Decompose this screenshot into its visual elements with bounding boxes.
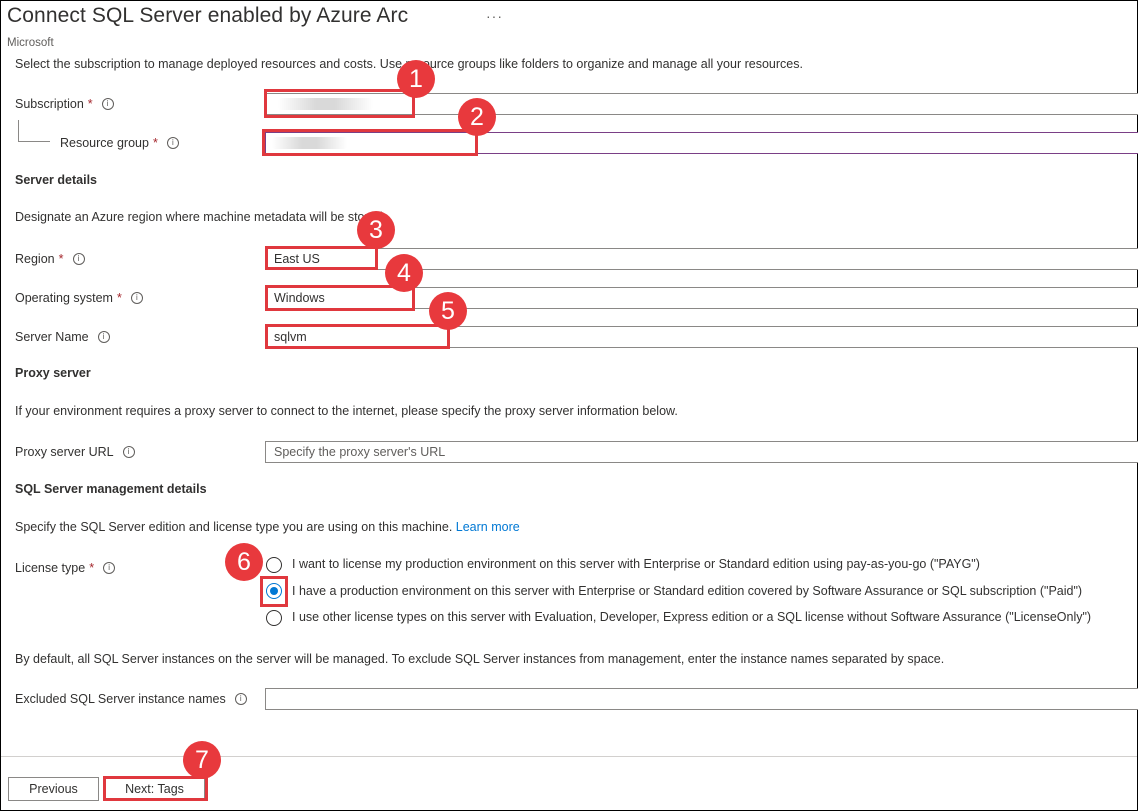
highlight-box xyxy=(262,129,478,156)
callout-badge: 1 xyxy=(397,60,435,98)
license-only-radio[interactable] xyxy=(266,610,282,626)
info-icon[interactable]: i xyxy=(72,253,85,265)
sql-management-description: Specify the SQL Server edition and licen… xyxy=(15,520,520,534)
info-icon[interactable]: i xyxy=(122,446,135,458)
license-payg-label[interactable]: I want to license my production environm… xyxy=(292,557,980,571)
info-icon[interactable]: i xyxy=(101,98,114,110)
license-type-label: License type * i xyxy=(15,561,116,575)
callout-badge: 3 xyxy=(357,211,395,249)
info-icon[interactable]: i xyxy=(97,331,110,343)
callout-badge: 4 xyxy=(385,254,423,292)
proxy-url-input[interactable]: Specify the proxy server's URL xyxy=(265,441,1138,463)
subscription-label-text: Subscription xyxy=(15,97,84,111)
excluded-instances-label-text: Excluded SQL Server instance names xyxy=(15,692,226,706)
highlight-box xyxy=(103,776,208,801)
info-icon[interactable]: i xyxy=(166,137,179,149)
excluded-instances-input[interactable] xyxy=(265,688,1138,710)
exclude-description: By default, all SQL Server instances on … xyxy=(15,652,945,666)
info-icon[interactable]: i xyxy=(103,562,116,574)
highlight-box xyxy=(265,285,415,311)
callout-badge: 7 xyxy=(183,741,221,779)
highlight-box xyxy=(265,246,378,270)
previous-button[interactable]: Previous xyxy=(8,777,99,801)
proxy-url-placeholder: Specify the proxy server's URL xyxy=(274,445,446,459)
operating-system-label-text: Operating system xyxy=(15,291,113,305)
excluded-instances-label: Excluded SQL Server instance names i xyxy=(15,692,247,706)
required-marker: * xyxy=(89,561,95,575)
highlight-box xyxy=(265,324,450,349)
resource-group-label: Resource group * i xyxy=(60,136,179,150)
server-details-heading: Server details xyxy=(15,173,97,187)
server-details-description: Designate an Azure region where machine … xyxy=(15,210,387,224)
proxy-url-label-text: Proxy server URL xyxy=(15,445,114,459)
license-payg-radio[interactable] xyxy=(266,557,282,573)
sql-management-heading: SQL Server management details xyxy=(15,482,207,496)
region-label-text: Region xyxy=(15,252,55,266)
proxy-url-label: Proxy server URL i xyxy=(15,445,135,459)
license-paid-label[interactable]: I have a production environment on this … xyxy=(292,584,1082,598)
learn-more-link[interactable]: Learn more xyxy=(456,520,520,534)
proxy-server-heading: Proxy server xyxy=(15,366,91,380)
license-type-label-text: License type xyxy=(15,561,86,575)
highlight-box xyxy=(260,576,288,607)
info-icon[interactable]: i xyxy=(234,693,247,705)
required-marker: * xyxy=(116,291,122,305)
proxy-server-description: If your environment requires a proxy ser… xyxy=(15,404,678,418)
required-marker: * xyxy=(58,252,64,266)
callout-badge: 6 xyxy=(225,543,263,581)
tree-connector xyxy=(18,120,19,142)
resource-group-label-text: Resource group xyxy=(60,136,149,150)
server-name-label-text: Server Name xyxy=(15,330,89,344)
server-name-label: Server Name i xyxy=(15,330,110,344)
info-icon[interactable]: i xyxy=(130,292,143,304)
operating-system-label: Operating system * i xyxy=(15,291,143,305)
license-only-label[interactable]: I use other license types on this server… xyxy=(292,610,1091,624)
required-marker: * xyxy=(87,97,93,111)
footer-divider xyxy=(1,756,1137,757)
highlight-box xyxy=(264,89,415,118)
callout-badge: 2 xyxy=(458,98,496,136)
more-options-button[interactable]: ··· xyxy=(486,8,503,24)
callout-badge: 5 xyxy=(429,292,467,330)
page-title: Connect SQL Server enabled by Azure Arc xyxy=(7,4,409,27)
subscription-label: Subscription * i xyxy=(15,97,114,111)
publisher-label: Microsoft xyxy=(7,37,54,49)
tree-connector xyxy=(18,141,50,142)
region-label: Region * i xyxy=(15,252,85,266)
required-marker: * xyxy=(152,136,158,150)
sql-management-description-text: Specify the SQL Server edition and licen… xyxy=(15,520,453,534)
